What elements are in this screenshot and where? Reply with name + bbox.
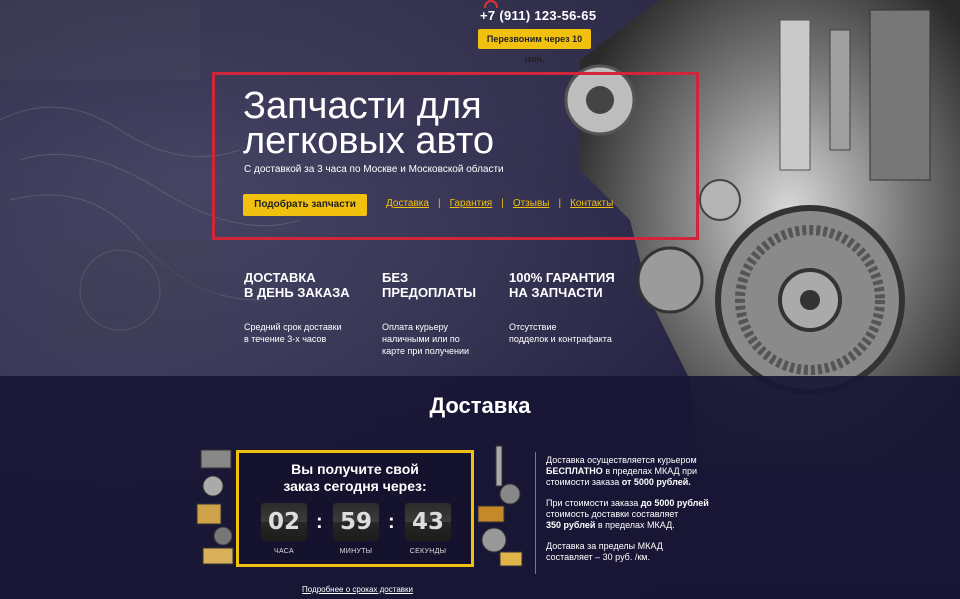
delivery-title: Доставка xyxy=(429,393,531,418)
hero-subtitle: С доставкой за 3 часа по Москве и Москов… xyxy=(244,164,504,175)
timer-seconds-label: СЕКУНДЫ xyxy=(409,548,447,555)
timer-seconds: 43 xyxy=(405,503,451,541)
feature-warranty: 100% ГАРАНТИЯ НА ЗАПЧАСТИ Отсутствие подде… xyxy=(509,270,639,345)
countdown-timer: Вы получите свой заказ сегодня через: 02 … xyxy=(236,450,474,567)
feature-text: Оплата курьеру наличными или по карте при … xyxy=(382,322,470,356)
delivery-info-free: Доставка осуществляется курьером БЕСПЛАТН… xyxy=(546,455,698,487)
callback-button[interactable]: Перезвоним через 10 мин. xyxy=(478,29,591,64)
feature-delivery: ДОСТАВКА В ДЕНЬ ЗАКАЗА Средний срок доста… xyxy=(244,270,374,345)
nav-link-warranty[interactable]: Гарантия xyxy=(450,198,493,209)
timer-hours: 02 xyxy=(261,503,307,541)
divider xyxy=(535,452,536,574)
timer-minutes: 59 xyxy=(333,503,379,541)
phone-number[interactable]: +7 (911) 123-56-65 xyxy=(480,8,596,23)
feature-text: Средний срок доставки в течение 3-х часов xyxy=(244,322,342,344)
nav-link-contacts[interactable]: Контакты xyxy=(570,198,613,209)
delivery-info-paid: При стоимости заказа до 5000 рублей стоим… xyxy=(546,498,709,530)
delivery-details-link[interactable]: Подробнее о сроках доставки xyxy=(302,585,413,594)
parts-left-image xyxy=(196,449,234,565)
pick-parts-button[interactable]: Подобрать запчасти xyxy=(243,194,367,216)
nav-link-delivery[interactable]: Доставка xyxy=(386,198,429,209)
timer-hours-label: ЧАСА xyxy=(274,548,294,555)
hero-nav: Доставка | Гарантия | Отзывы | Контакты xyxy=(386,198,614,209)
timer-colon: : xyxy=(388,511,395,533)
timer-colon: : xyxy=(316,511,323,533)
parts-right-image xyxy=(477,445,523,567)
hero-title: Запчасти для легковых авто xyxy=(243,85,495,162)
feature-no-prepayment: БЕЗ ПРЕДОПЛАТЫ Оплата курьеру наличными ил… xyxy=(382,270,512,357)
feature-text: Отсутствие подделок и контрафакта xyxy=(509,322,612,344)
delivery-info-outside: Доставка за пределы МКАД составляет – 30 … xyxy=(546,541,663,562)
phone-icon xyxy=(484,0,498,8)
feature-title: ДОСТАВКА В ДЕНЬ ЗАКАЗА xyxy=(244,270,350,300)
timer-title: Вы получите свой заказ сегодня через: xyxy=(283,461,427,494)
nav-link-reviews[interactable]: Отзывы xyxy=(513,198,550,209)
feature-title: 100% ГАРАНТИЯ НА ЗАПЧАСТИ xyxy=(509,270,615,300)
feature-title: БЕЗ ПРЕДОПЛАТЫ xyxy=(382,270,476,300)
timer-minutes-label: МИНУТЫ xyxy=(339,548,373,555)
